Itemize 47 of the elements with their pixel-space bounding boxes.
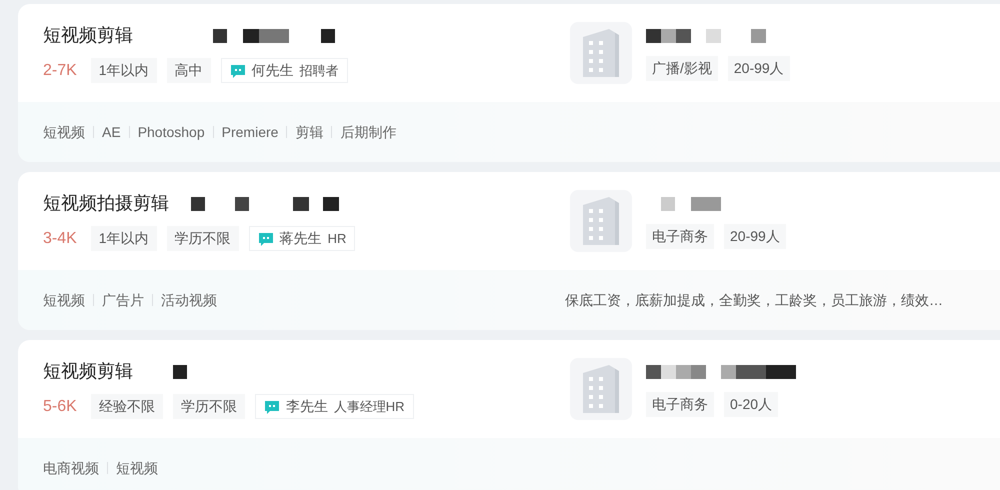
job-card[interactable]: 短视频剪辑 2-7K 1年以内 高中 何先生 招聘者 广播/影视 20-99人 短视频 AE Photoshop Premiere 剪辑 后期制作: [18, 4, 1000, 162]
redaction-mark: [661, 197, 721, 211]
job-card[interactable]: 短视频拍摄剪辑 3-4K 1年以内 学历不限 蒋先生 HR 电子商务 20-99人 短视频 广告片 活动视频 保底工资，底薪加提成，全勤奖，工龄奖，员工旅游，绩效…: [18, 172, 1000, 330]
company-size-tag: 20-99人: [724, 224, 786, 249]
recruiter-name: 李先生: [286, 397, 328, 416]
requirement-tag: 1年以内: [90, 58, 157, 83]
requirement-tag: 高中: [166, 58, 211, 83]
industry-tag: 广播/影视: [646, 56, 718, 81]
recruiter-tag[interactable]: 蒋先生 HR: [248, 226, 356, 251]
requirement-tag: 经验不限: [90, 394, 163, 419]
skill-tag: 短视频: [43, 122, 85, 142]
job-title[interactable]: 短视频剪辑: [43, 22, 133, 49]
requirement-tag: 学历不限: [166, 226, 239, 251]
salary: 2-7K: [43, 60, 77, 80]
industry-tag: 电子商务: [646, 224, 714, 249]
job-title[interactable]: 短视频剪辑: [43, 358, 133, 385]
recruiter-role: 招聘者: [300, 62, 339, 80]
skill-tag: 后期制作: [340, 122, 396, 142]
skill-tag: Photoshop: [138, 122, 205, 142]
recruiter-role: 人事经理HR: [334, 398, 405, 416]
job-card[interactable]: 短视频剪辑 5-6K 经验不限 学历不限 李先生 人事经理HR 电子商务 0-20人 电商视频 短视频: [18, 340, 1000, 490]
benefits-text: 保底工资，底薪加提成，全勤奖，工龄奖，员工旅游，绩效…: [565, 290, 943, 310]
skill-tag: 短视频: [43, 290, 85, 310]
company-size-tag: 0-20人: [724, 392, 778, 417]
redaction-mark: [173, 364, 187, 378]
chat-icon: [258, 232, 274, 246]
recruiter-name: 何先生: [252, 61, 294, 80]
skill-tag: Premiere: [222, 122, 278, 142]
job-title[interactable]: 短视频拍摄剪辑: [43, 190, 169, 217]
skill-tag: 剪辑: [295, 122, 324, 142]
recruiter-name: 蒋先生: [280, 229, 322, 248]
skill-tag: 广告片: [102, 290, 144, 310]
skill-tag: 短视频: [116, 458, 158, 478]
recruiter-tag[interactable]: 李先生 人事经理HR: [254, 394, 414, 419]
skill-tag: 活动视频: [161, 290, 217, 310]
skill-tag: AE: [102, 122, 121, 142]
recruiter-role: HR: [328, 230, 346, 248]
salary: 3-4K: [43, 228, 77, 248]
company-size-tag: 20-99人: [728, 56, 790, 81]
industry-tag: 电子商务: [646, 392, 714, 417]
skill-tag: 电商视频: [43, 458, 99, 478]
requirement-tag: 学历不限: [172, 394, 245, 419]
salary: 5-6K: [43, 396, 77, 416]
chat-icon: [264, 400, 280, 414]
requirement-tag: 1年以内: [90, 226, 157, 251]
chat-icon: [230, 64, 246, 78]
recruiter-tag[interactable]: 何先生 招聘者: [220, 58, 348, 83]
